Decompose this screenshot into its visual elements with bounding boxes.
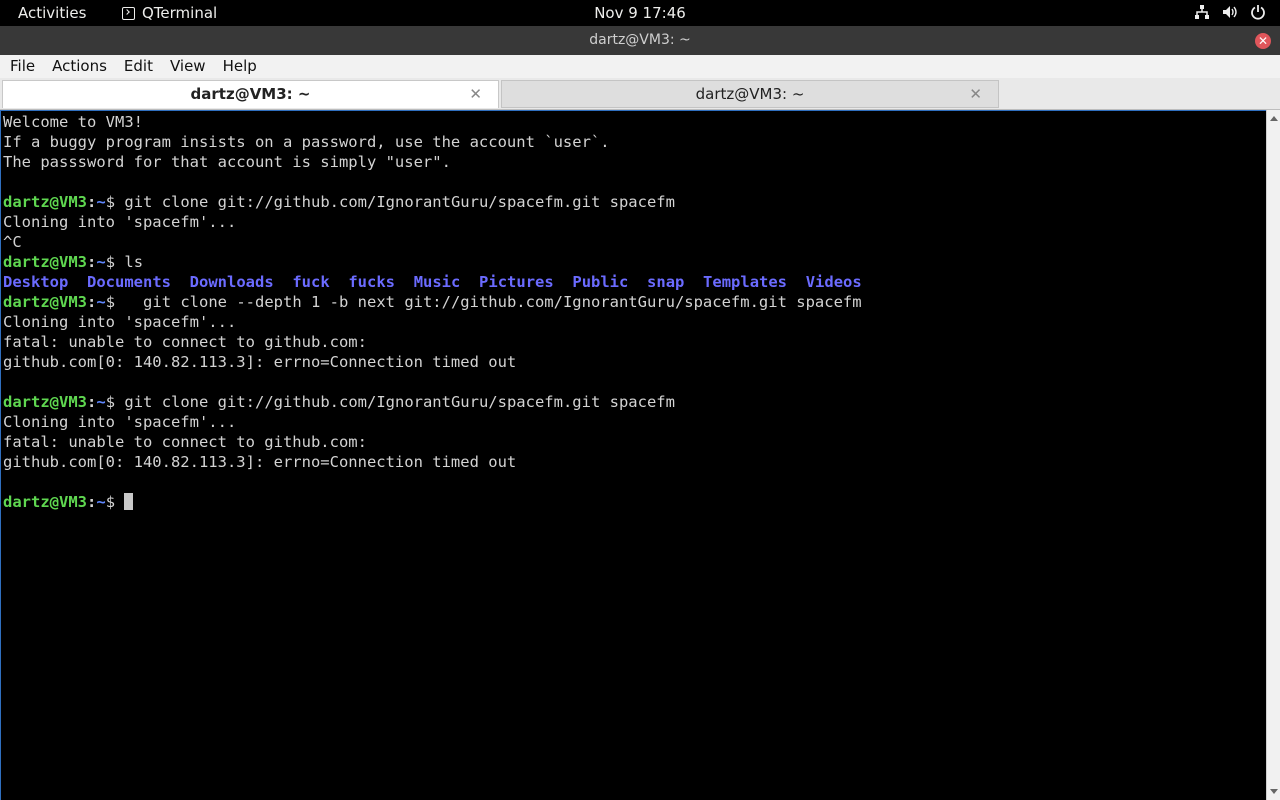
terminal-line: Cloning into 'spacefm'...	[3, 213, 237, 231]
volume-icon[interactable]	[1222, 4, 1238, 20]
terminal-line: Cloning into 'spacefm'...	[3, 313, 237, 331]
app-menu-button[interactable]: QTerminal	[122, 4, 217, 22]
prompt-path: ~	[96, 293, 106, 311]
command-text: ls	[115, 253, 144, 271]
prompt-path: ~	[96, 253, 106, 271]
prompt-dollar: $	[105, 293, 116, 311]
command-line: dartz@VM3:~$ git clone --depth 1 -b next…	[3, 292, 862, 312]
tab-label: dartz@VM3: ~	[190, 85, 311, 103]
dir-entry: Music	[413, 273, 461, 291]
prompt-user-host: dartz@VM3	[3, 253, 87, 271]
prompt-path: ~	[96, 393, 106, 411]
dir-entry: Templates	[703, 273, 788, 291]
command-input[interactable]	[115, 493, 124, 511]
window-close-button[interactable]: ✕	[1255, 33, 1271, 49]
app-menu-label: QTerminal	[142, 4, 218, 22]
clock-button[interactable]: Nov 9 17:46	[594, 4, 686, 22]
terminal-line: The passsword for that account is simply…	[3, 153, 451, 171]
tab-close-icon[interactable]: ✕	[469, 81, 482, 107]
command-text: git clone git://github.com/IgnorantGuru/…	[115, 393, 675, 411]
command-text: git clone --depth 1 -b next git://github…	[115, 293, 862, 311]
menu-file[interactable]: File	[0, 55, 42, 78]
scroll-down-arrow-icon[interactable]	[1270, 789, 1278, 794]
tab-terminal-1[interactable]: dartz@VM3: ~ ✕	[2, 80, 499, 108]
terminal-line: Cloning into 'spacefm'...	[3, 413, 237, 431]
tab-label: dartz@VM3: ~	[695, 85, 805, 103]
power-icon[interactable]	[1250, 4, 1266, 20]
network-icon[interactable]	[1194, 4, 1210, 20]
prompt-dollar: $	[105, 193, 116, 211]
terminal-line: fatal: unable to connect to github.com:	[3, 333, 367, 351]
prompt-user-host: dartz@VM3	[3, 493, 87, 511]
command-line: dartz@VM3:~$ git clone git://github.com/…	[3, 192, 675, 212]
tab-terminal-2[interactable]: dartz@VM3: ~ ✕	[501, 80, 999, 108]
dir-entry: Pictures	[479, 273, 554, 291]
tab-bar: dartz@VM3: ~ ✕ dartz@VM3: ~ ✕	[0, 78, 1280, 110]
close-icon: ✕	[1257, 34, 1269, 48]
prompt-colon: :	[87, 493, 97, 511]
prompt-user-host: dartz@VM3	[3, 393, 87, 411]
terminal-line: If a buggy program insists on a password…	[3, 133, 610, 151]
prompt-user-host: dartz@VM3	[3, 293, 87, 311]
ls-output: Desktop Documents Downloads fuck fucks M…	[3, 272, 862, 292]
dir-entry: Public	[572, 273, 629, 291]
terminal-line: Welcome to VM3!	[3, 113, 143, 131]
terminal-app-icon	[122, 6, 135, 20]
prompt-colon: :	[87, 393, 97, 411]
dir-entry: Videos	[805, 273, 862, 291]
current-prompt-line[interactable]: dartz@VM3:~$	[3, 492, 134, 512]
terminal-scrollbar[interactable]	[1266, 110, 1280, 800]
command-text: git clone git://github.com/IgnorantGuru/…	[115, 193, 675, 211]
window-titlebar[interactable]: dartz@VM3: ~ ✕	[0, 26, 1280, 55]
command-line: dartz@VM3:~$ ls	[3, 252, 143, 272]
terminal-line: github.com[0: 140.82.113.3]: errno=Conne…	[3, 453, 517, 471]
command-line: dartz@VM3:~$ git clone git://github.com/…	[3, 392, 675, 412]
window-title: dartz@VM3: ~	[589, 32, 691, 48]
prompt-dollar: $	[105, 393, 116, 411]
prompt-path: ~	[96, 493, 106, 511]
terminal-line: github.com[0: 140.82.113.3]: errno=Conne…	[3, 353, 517, 371]
terminal-line: fatal: unable to connect to github.com:	[3, 433, 367, 451]
dir-entry: Downloads	[189, 273, 274, 291]
system-tray[interactable]	[1194, 4, 1266, 20]
dir-entry: Documents	[87, 273, 171, 291]
terminal-line: ^C	[3, 233, 22, 251]
menu-edit[interactable]: Edit	[114, 55, 160, 78]
prompt-path: ~	[96, 193, 106, 211]
prompt-dollar: $	[105, 493, 116, 511]
gnome-top-bar: Activities QTerminal Nov 9 17:46	[0, 0, 1280, 26]
prompt-colon: :	[87, 193, 97, 211]
terminal-output[interactable]: Welcome to VM3! If a buggy program insis…	[0, 110, 1266, 800]
prompt-colon: :	[87, 293, 97, 311]
prompt-dollar: $	[105, 253, 116, 271]
activities-button[interactable]: Activities	[18, 4, 86, 22]
dir-entry: snap	[647, 273, 685, 291]
scroll-up-arrow-icon[interactable]	[1270, 116, 1278, 121]
menu-view[interactable]: View	[160, 55, 213, 78]
menu-help[interactable]: Help	[213, 55, 264, 78]
prompt-user-host: dartz@VM3	[3, 193, 87, 211]
tab-close-icon[interactable]: ✕	[969, 81, 982, 107]
dir-entry: fucks	[348, 273, 396, 291]
prompt-colon: :	[87, 253, 97, 271]
dir-entry: fuck	[292, 273, 330, 291]
dir-entry: Desktop	[3, 273, 69, 291]
text-cursor	[124, 493, 134, 510]
menu-actions[interactable]: Actions	[42, 55, 114, 78]
menu-bar: File Actions Edit View Help	[0, 55, 1280, 78]
